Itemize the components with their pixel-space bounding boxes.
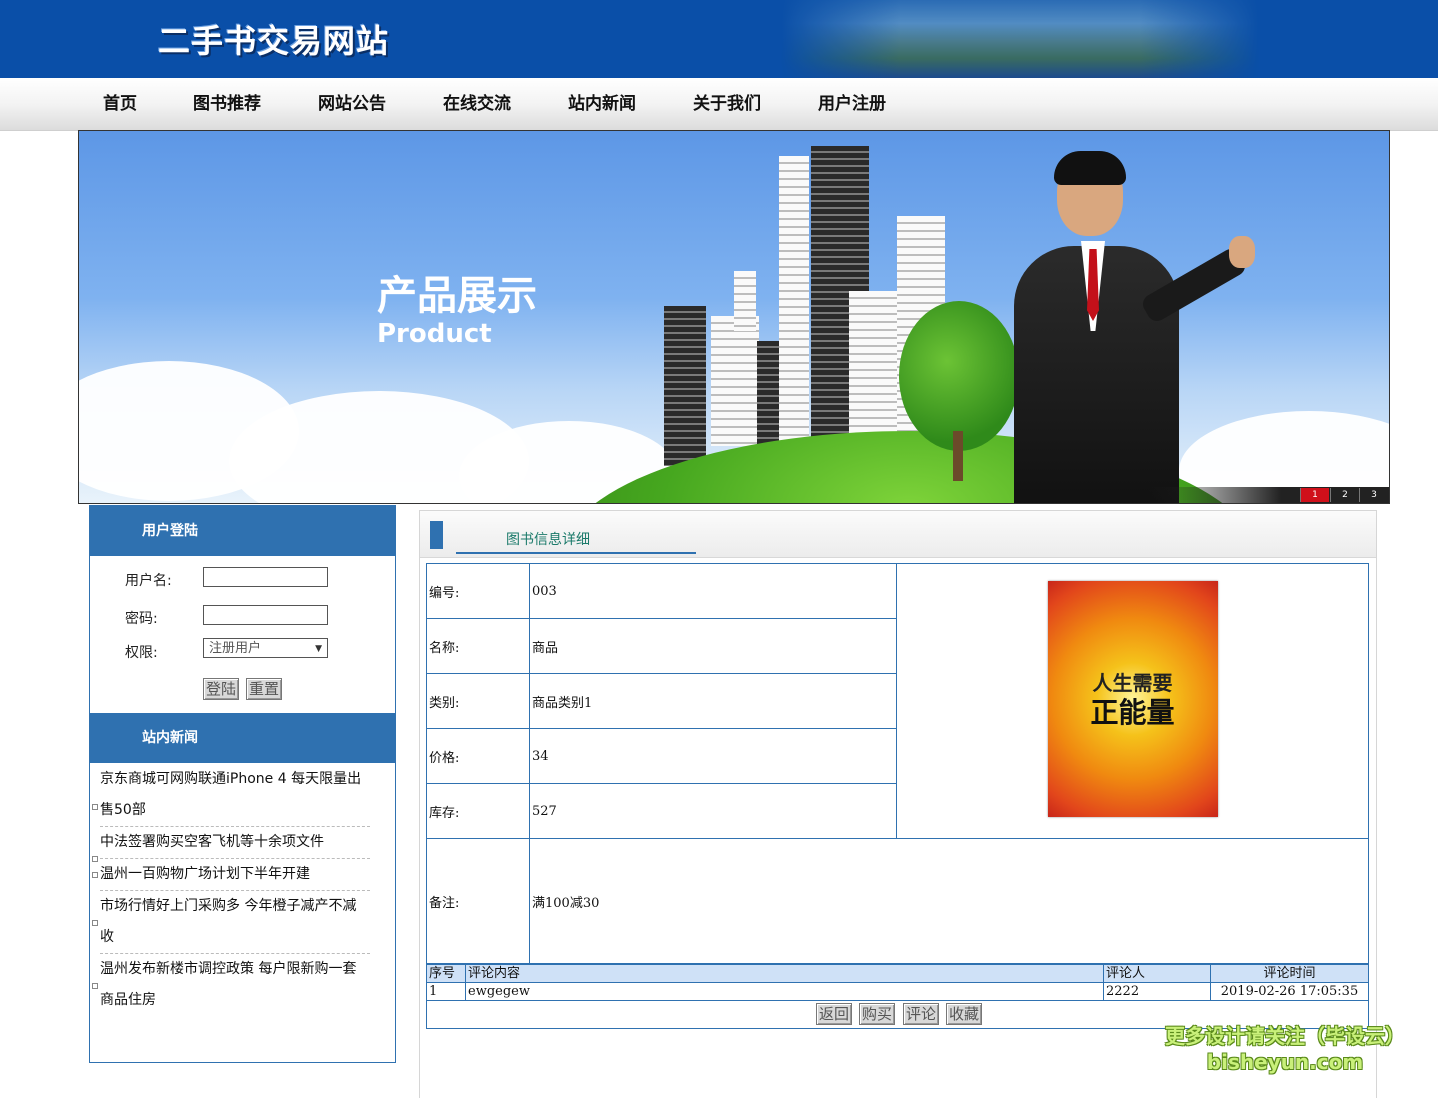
news-item[interactable]: 温州一百购物广场计划下半年开建 xyxy=(92,859,370,891)
news-item-text[interactable]: 温州发布新楼市调控政策 每户限新购一套商品住房 xyxy=(100,954,370,1016)
bullet-icon xyxy=(92,872,98,878)
bullet-icon xyxy=(92,804,98,810)
nav-item-book-recommend[interactable]: 图书推荐 xyxy=(193,78,318,130)
column-header-content: 评论内容 xyxy=(465,964,1104,983)
password-input[interactable] xyxy=(203,605,328,625)
news-item[interactable]: 温州发布新楼市调控政策 每户限新购一套商品住房 xyxy=(92,954,370,1016)
news-item[interactable]: 京东商城可网购联通iPhone 4 每天限量出售50部 xyxy=(92,764,370,827)
field-value: 商品类别1 xyxy=(529,673,897,729)
banner-businessman-hair xyxy=(1054,151,1126,185)
site-header: 二手书交易网站 xyxy=(0,0,1438,78)
header-marker xyxy=(430,521,443,549)
field-label: 类别: xyxy=(426,673,530,729)
buy-button[interactable]: 购买 xyxy=(859,1003,895,1025)
banner-tree xyxy=(899,301,1019,451)
role-label: 权限: xyxy=(125,645,158,661)
dropdown-arrow-icon: ▼ xyxy=(315,644,322,654)
detail-row-remark: 备注: 满100减30 xyxy=(426,838,1369,964)
field-value: 003 xyxy=(529,563,897,619)
nav-item-announcements[interactable]: 网站公告 xyxy=(318,78,443,130)
banner-building xyxy=(711,316,759,446)
news-item[interactable]: 市场行情好上门采购多 今年橙子减产不减收 xyxy=(92,891,370,954)
banner-title: 产品展示 xyxy=(377,273,537,319)
nav-item-about-us[interactable]: 关于我们 xyxy=(693,78,818,130)
column-header-author: 评论人 xyxy=(1103,964,1211,983)
nav-item-online-chat[interactable]: 在线交流 xyxy=(443,78,568,130)
field-value: 34 xyxy=(529,728,897,784)
column-header-index: 序号 xyxy=(426,964,466,983)
title-underline xyxy=(456,552,696,554)
slide-dot-3[interactable]: 3 xyxy=(1359,488,1388,502)
book-cover-cell: 人生需要 正能量 xyxy=(896,563,1369,839)
field-label: 库存: xyxy=(426,783,530,839)
field-label: 备注: xyxy=(426,838,530,964)
banner-tree-trunk xyxy=(953,431,963,481)
nav-item-home[interactable]: 首页 xyxy=(103,78,193,130)
detail-panel-header: 图书信息详细 xyxy=(420,511,1376,558)
table-row: 1 ewgegew 2222 2019-02-26 17:05:35 xyxy=(426,982,1369,1001)
field-label: 名称: xyxy=(426,618,530,674)
comment-index: 1 xyxy=(426,982,466,1001)
comments-header-row: 序号 评论内容 评论人 评论时间 xyxy=(426,964,1369,983)
role-selected-value: 注册用户 xyxy=(209,641,262,656)
nav-item-register[interactable]: 用户注册 xyxy=(818,78,943,130)
news-item-text[interactable]: 京东商城可网购联通iPhone 4 每天限量出售50部 xyxy=(100,764,370,826)
main-nav: 首页 图书推荐 网站公告 在线交流 站内新闻 关于我们 用户注册 xyxy=(0,78,1438,131)
banner-subtitle: Product xyxy=(377,319,492,349)
news-item-text[interactable]: 市场行情好上门采购多 今年橙子减产不减收 xyxy=(100,891,370,953)
role-row: 权限: 注册用户 ▼ xyxy=(90,638,395,664)
banner-building xyxy=(779,156,809,456)
role-select[interactable]: 注册用户 ▼ xyxy=(203,638,328,658)
comment-button[interactable]: 评论 xyxy=(903,1003,939,1025)
watermark: 更多设计请关注（毕设云） bisheyun.com xyxy=(1155,1022,1415,1074)
favorite-button[interactable]: 收藏 xyxy=(946,1003,982,1025)
nav-item-site-news[interactable]: 站内新闻 xyxy=(568,78,693,130)
field-value: 满100减30 xyxy=(529,838,1369,964)
news-item-text[interactable]: 中法签署购买空客飞机等十余项文件 xyxy=(100,827,370,858)
comment-content: ewgegew xyxy=(465,982,1104,1001)
bullet-icon xyxy=(92,920,98,926)
field-label: 编号: xyxy=(426,563,530,619)
news-panel-heading: 站内新闻 xyxy=(90,713,395,763)
banner-slideshow: 产品展示 Product 1 2 3 xyxy=(78,130,1390,504)
banner-businessman-hand xyxy=(1229,236,1255,268)
username-input[interactable] xyxy=(203,567,328,587)
comment-time: 2019-02-26 17:05:35 xyxy=(1210,982,1369,1001)
watermark-line1: 更多设计请关注（毕设云） xyxy=(1165,1024,1405,1048)
book-detail-panel: 图书信息详细 编号: 003 人生需要 正能量 名称: 商品 类别: 商品类别1… xyxy=(419,510,1377,1098)
news-item-text[interactable]: 温州一百购物广场计划下半年开建 xyxy=(100,859,370,890)
field-value: 527 xyxy=(529,783,897,839)
watermark-line2: bisheyun.com xyxy=(1206,1050,1364,1074)
site-title[interactable]: 二手书交易网站 xyxy=(158,16,389,62)
password-row: 密码: xyxy=(90,604,395,630)
book-cover-title-line2: 正能量 xyxy=(1090,696,1175,729)
login-button[interactable]: 登陆 xyxy=(203,678,239,700)
column-header-time: 评论时间 xyxy=(1210,964,1369,983)
username-row: 用户名: xyxy=(90,566,395,592)
slide-dot-2[interactable]: 2 xyxy=(1330,488,1359,502)
field-label: 价格: xyxy=(426,728,530,784)
left-sidebar: 用户登陆 用户名: 密码: 权限: 注册用户 ▼ 登陆 重置 站内新闻 京东商城… xyxy=(89,505,396,1063)
book-detail-table: 编号: 003 人生需要 正能量 名称: 商品 类别: 商品类别1 价格: 34… xyxy=(426,563,1369,964)
reset-button[interactable]: 重置 xyxy=(246,678,282,700)
slide-dot-1[interactable]: 1 xyxy=(1300,488,1329,502)
back-button[interactable]: 返回 xyxy=(816,1003,852,1025)
bullet-icon xyxy=(92,856,98,862)
news-list: 京东商城可网购联通iPhone 4 每天限量出售50部 中法签署购买空客飞机等十… xyxy=(90,764,395,1016)
book-cover-image: 人生需要 正能量 xyxy=(1047,581,1218,817)
password-label: 密码: xyxy=(125,611,158,627)
field-value: 商品 xyxy=(529,618,897,674)
detail-row-id: 编号: 003 人生需要 正能量 xyxy=(426,563,1369,839)
news-item[interactable]: 中法签署购买空客飞机等十余项文件 xyxy=(92,827,370,862)
header-scenery-image xyxy=(780,0,1260,78)
banner-building xyxy=(664,306,706,466)
comment-author: 2222 xyxy=(1103,982,1211,1001)
comments-table: 序号 评论内容 评论人 评论时间 1 ewgegew 2222 2019-02-… xyxy=(426,964,1369,1001)
login-panel-heading: 用户登陆 xyxy=(90,506,395,556)
username-label: 用户名: xyxy=(125,573,172,589)
bullet-icon xyxy=(92,983,98,989)
banner-building xyxy=(734,271,756,331)
detail-panel-title: 图书信息详细 xyxy=(506,532,590,548)
